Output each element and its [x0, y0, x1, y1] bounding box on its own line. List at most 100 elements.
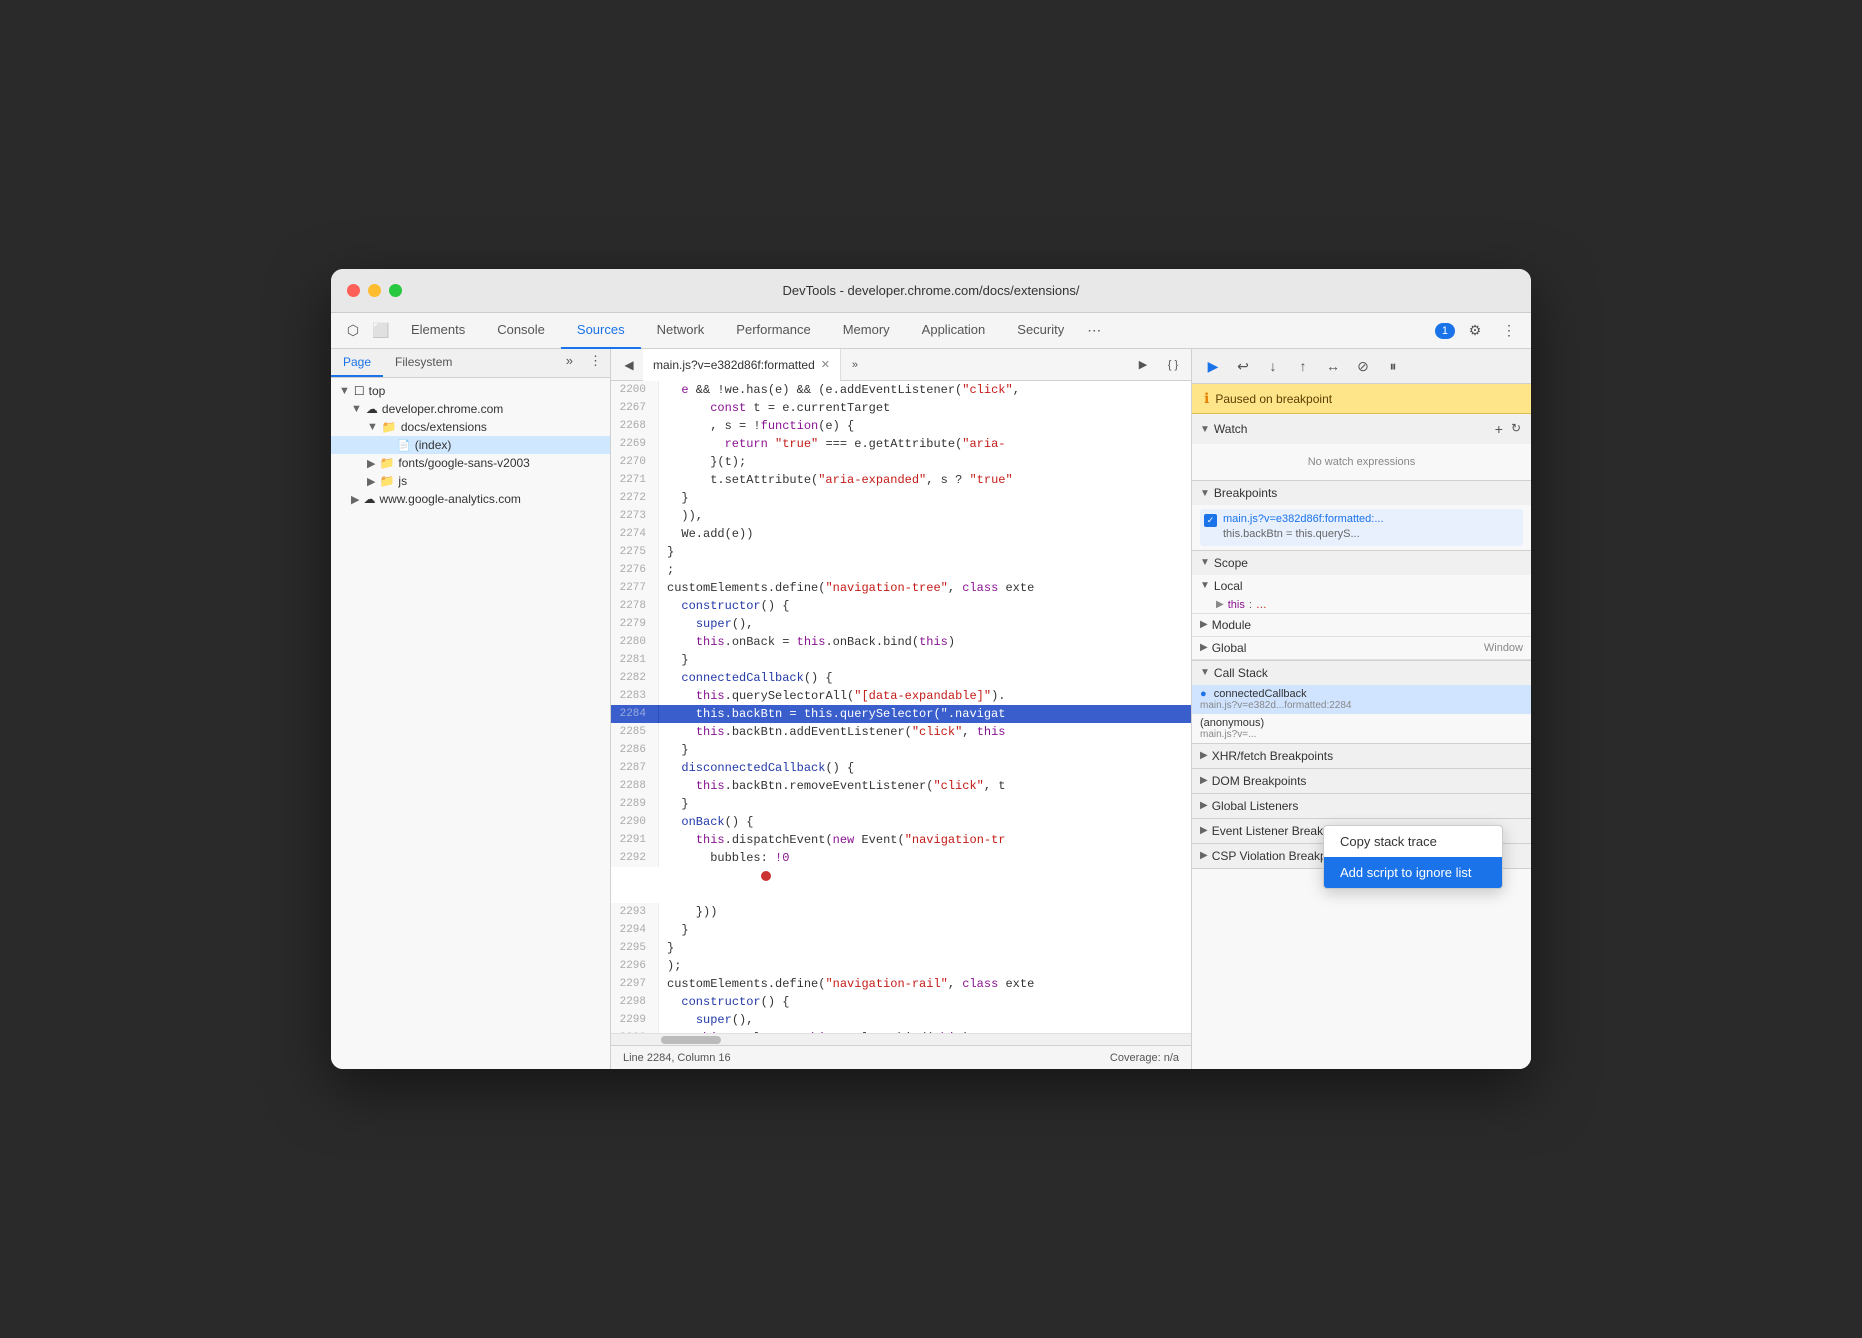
more-tabs-icon-2[interactable]: »: [841, 351, 869, 379]
code-line-2295: 2295 }: [611, 939, 1191, 957]
dom-chevron: ▶: [1200, 775, 1208, 786]
breakpoints-label: Breakpoints: [1214, 486, 1277, 500]
scope-header[interactable]: ▼ Scope: [1192, 551, 1531, 575]
var-colon: :: [1249, 599, 1252, 611]
code-line-2288: 2288 this.backBtn.removeEventListener("c…: [611, 777, 1191, 795]
tree-item-chrome[interactable]: ▼ ☁ developer.chrome.com: [331, 400, 610, 418]
maximize-button[interactable]: [389, 284, 402, 297]
step-button[interactable]: ↔: [1320, 353, 1346, 379]
call-stack-chevron: ▼: [1200, 667, 1210, 678]
refresh-watch-button[interactable]: ↻: [1509, 419, 1523, 439]
step-into-button[interactable]: ↓: [1260, 353, 1286, 379]
tab-network[interactable]: Network: [641, 313, 721, 349]
minimize-button[interactable]: [368, 284, 381, 297]
scroll-thumb[interactable]: [661, 1036, 721, 1044]
tree-item-fonts[interactable]: ▶ 📁 fonts/google-sans-v2003: [331, 454, 610, 472]
breakpoints-content: ✓ main.js?v=e382d86f:formatted:... this.…: [1192, 505, 1531, 550]
watch-header[interactable]: ▼ Watch + ↻: [1192, 414, 1531, 444]
copy-stack-trace-item[interactable]: Copy stack trace: [1324, 826, 1502, 857]
tab-memory[interactable]: Memory: [827, 313, 906, 349]
editor-tab-close[interactable]: ✕: [821, 358, 830, 371]
tree-label-fonts: fonts/google-sans-v2003: [398, 456, 529, 470]
titlebar: DevTools - developer.chrome.com/docs/ext…: [331, 269, 1531, 313]
tab-security[interactable]: Security: [1001, 313, 1080, 349]
global-listeners-header[interactable]: ▶ Global Listeners: [1192, 794, 1531, 818]
tab-sources[interactable]: Sources: [561, 313, 641, 349]
dom-breakpoints-header[interactable]: ▶ DOM Breakpoints: [1192, 769, 1531, 793]
more-tabs-icon[interactable]: ⋯: [1080, 317, 1108, 345]
call-stack-active-icon: ●: [1200, 688, 1207, 700]
call-stack-item-1[interactable]: (anonymous) main.js?v=...: [1192, 714, 1531, 743]
debug-toolbar: ▶ ↩ ↓ ↑ ↔ ⊘ ⏸: [1192, 349, 1531, 384]
watch-content: No watch expressions: [1192, 444, 1531, 480]
code-line-2292: 2292 bubbles: !0: [611, 849, 1191, 903]
tab-elements[interactable]: Elements: [395, 313, 481, 349]
local-header[interactable]: ▼ Local: [1192, 575, 1531, 597]
navigator-icon[interactable]: ◀: [615, 351, 643, 379]
format-icon[interactable]: { }: [1159, 351, 1187, 379]
global-note: Window: [1484, 642, 1523, 654]
code-line-2283: 2283 this.querySelectorAll("[data-expand…: [611, 687, 1191, 705]
tree-item-docs[interactable]: ▼ 📁 docs/extensions: [331, 418, 610, 436]
add-watch-button[interactable]: +: [1493, 419, 1505, 439]
deactivate-button[interactable]: ⊘: [1350, 353, 1376, 379]
step-over-button[interactable]: ↩: [1230, 353, 1256, 379]
pause-exceptions-button[interactable]: ⏸: [1380, 353, 1406, 379]
coverage-status: Coverage: n/a: [1110, 1052, 1179, 1064]
module-header[interactable]: ▶ Module: [1192, 614, 1531, 636]
code-line-2289: 2289 }: [611, 795, 1191, 813]
tab-performance[interactable]: Performance: [720, 313, 826, 349]
call-stack-header[interactable]: ▼ Call Stack: [1192, 661, 1531, 685]
tab-console[interactable]: Console: [481, 313, 561, 349]
global-label: Global: [1212, 641, 1247, 655]
xhr-fetch-header[interactable]: ▶ XHR/fetch Breakpoints: [1192, 744, 1531, 768]
more-options-icon[interactable]: ⋮: [1495, 317, 1523, 345]
xhr-fetch-section: ▶ XHR/fetch Breakpoints: [1192, 744, 1531, 769]
expand-icon: ▶: [1216, 599, 1224, 610]
close-button[interactable]: [347, 284, 360, 297]
scope-var-this[interactable]: ▶ this : …: [1212, 597, 1531, 613]
breakpoint-item[interactable]: ✓ main.js?v=e382d86f:formatted:... this.…: [1200, 509, 1523, 546]
add-to-ignore-list-item[interactable]: Add script to ignore list: [1324, 857, 1502, 888]
chevron-down-icon: ▼: [339, 385, 350, 397]
device-toolbar-icon[interactable]: ⬜: [367, 317, 395, 345]
call-stack-label: Call Stack: [1214, 666, 1268, 680]
chevron-down-icon-3: ▼: [367, 421, 378, 433]
global-header[interactable]: ▶ Global Window: [1192, 637, 1531, 659]
tab-filesystem[interactable]: Filesystem: [383, 349, 464, 377]
breakpoint-file: main.js?v=e382d86f:formatted:...: [1223, 512, 1384, 527]
call-stack-item-0[interactable]: ● connectedCallback main.js?v=e382d...fo…: [1192, 685, 1531, 714]
xhr-fetch-label: XHR/fetch Breakpoints: [1212, 749, 1333, 763]
main-tab-bar: ⬡ ⬜ Elements Console Sources Network Per…: [331, 313, 1531, 349]
resume-button[interactable]: ▶: [1200, 353, 1226, 379]
tab-application[interactable]: Application: [906, 313, 1002, 349]
new-file-icon[interactable]: ⋮: [581, 349, 610, 377]
var-val-this: …: [1256, 599, 1267, 611]
code-line-2293: 2293 })): [611, 903, 1191, 921]
code-editor[interactable]: 2200 e && !we.has(e) && (e.addEventListe…: [611, 381, 1191, 1033]
cursor-tool-icon[interactable]: ⬡: [339, 317, 367, 345]
editor-status-bar: Line 2284, Column 16 Coverage: n/a: [611, 1045, 1191, 1069]
editor-tab-main[interactable]: main.js?v=e382d86f:formatted ✕: [643, 349, 841, 381]
call-stack-file-0: main.js?v=e382d...formatted:2284: [1200, 700, 1523, 711]
code-line-2267: 2267 const t = e.currentTarget: [611, 399, 1191, 417]
breakpoint-checkbox[interactable]: ✓: [1204, 514, 1217, 527]
scope-chevron: ▼: [1200, 557, 1210, 568]
tree-item-top[interactable]: ▼ ☐ top: [331, 382, 610, 400]
local-chevron: ▼: [1200, 580, 1210, 591]
step-out-button[interactable]: ↑: [1290, 353, 1316, 379]
tree-item-index[interactable]: 📄 (index): [331, 436, 610, 454]
code-line-2285: 2285 this.backBtn.addEventListener("clic…: [611, 723, 1191, 741]
settings-icon[interactable]: ⚙: [1461, 317, 1489, 345]
breakpoints-header[interactable]: ▼ Breakpoints: [1192, 481, 1531, 505]
run-icon[interactable]: ▶: [1129, 351, 1157, 379]
editor-tab-bar: ◀ main.js?v=e382d86f:formatted ✕ » ▶ { }: [611, 349, 1191, 381]
tree-item-js[interactable]: ▶ 📁 js: [331, 472, 610, 490]
horizontal-scrollbar[interactable]: [611, 1033, 1191, 1045]
tab-page[interactable]: Page: [331, 349, 383, 377]
tree-item-analytics[interactable]: ▶ ☁ www.google-analytics.com: [331, 490, 610, 508]
code-line-2200: 2200 e && !we.has(e) && (e.addEventListe…: [611, 381, 1191, 399]
notification-badge: 1: [1435, 323, 1455, 339]
more-panel-options-icon[interactable]: »: [558, 349, 581, 377]
chevron-right-icon: ▶: [367, 457, 375, 470]
